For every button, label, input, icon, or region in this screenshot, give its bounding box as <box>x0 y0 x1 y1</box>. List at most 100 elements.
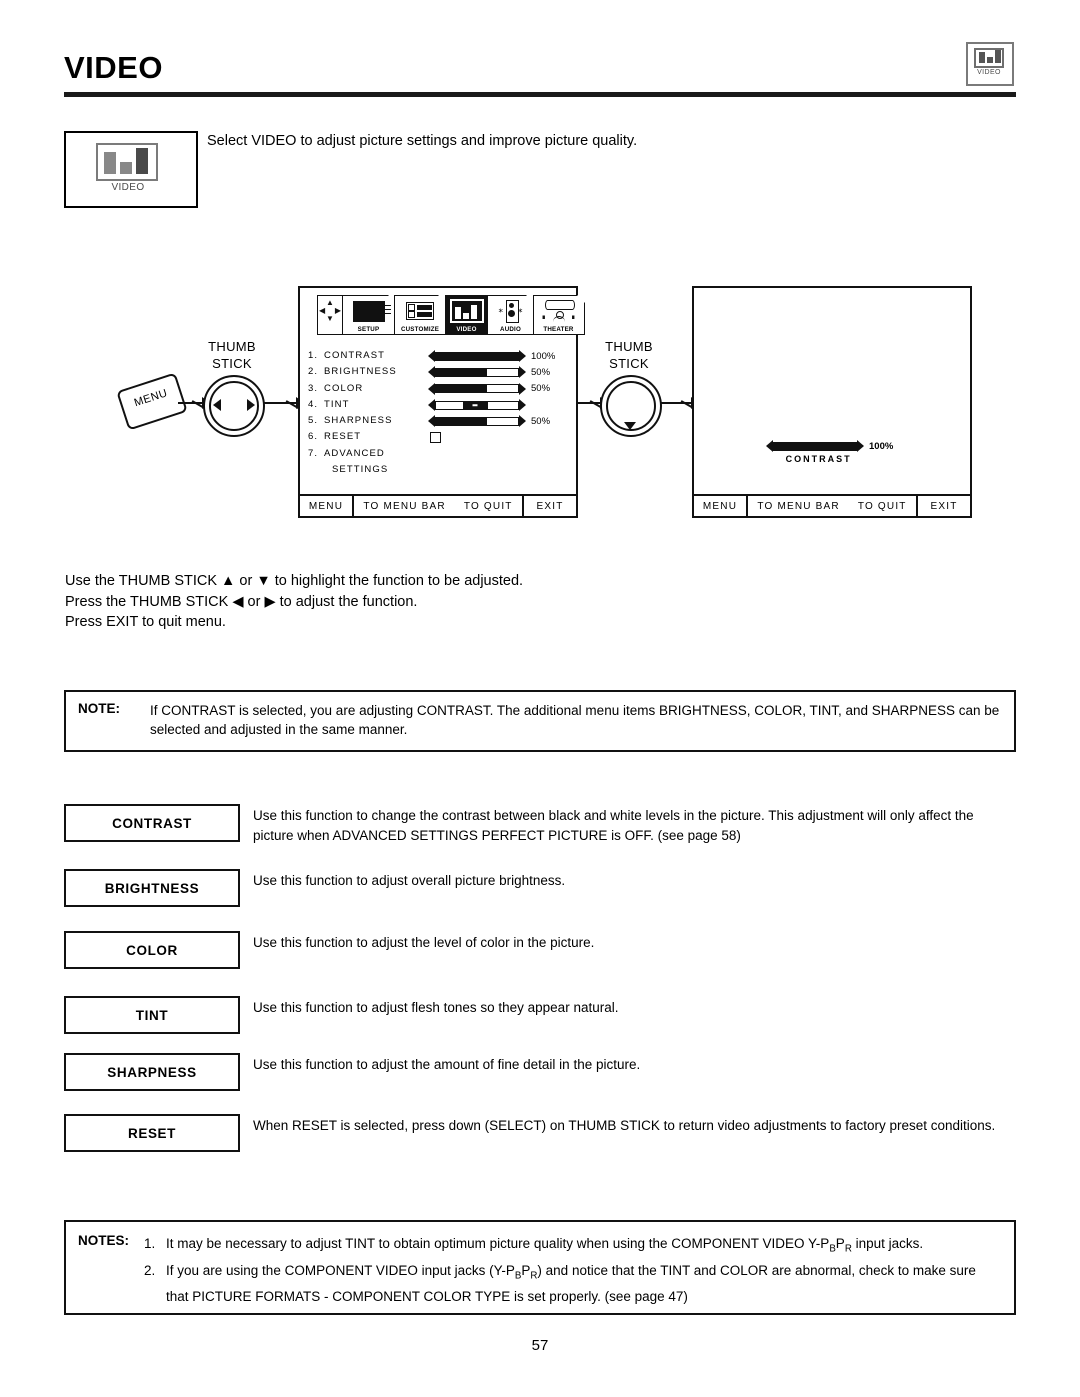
usage-l2b: or <box>243 593 265 610</box>
osd-bottom-to-quit: TO QUIT <box>857 500 907 512</box>
up-arrow-icon: ▲ <box>221 573 236 589</box>
video-bars-icon <box>446 297 488 325</box>
decrease-arrow-icon[interactable] <box>428 399 435 412</box>
osd-tab-video[interactable]: VIDEO <box>444 295 489 335</box>
osd-menu-label: RESET <box>324 431 362 443</box>
osd-menu-item[interactable]: 5. SHARPNESS <box>308 413 397 429</box>
osd-tab-theater[interactable]: ∎ ∎ THEATER <box>532 295 585 335</box>
decrease-arrow-icon[interactable] <box>428 415 435 428</box>
header-badge-label: VIDEO <box>977 69 1001 76</box>
slider-track[interactable] <box>773 441 857 451</box>
osd-contrast-slider-row[interactable]: 100% <box>766 440 893 452</box>
osd-bottom-menu[interactable]: MENU <box>300 496 352 516</box>
decrease-arrow-icon[interactable] <box>428 350 435 363</box>
thumbstick-dial-right[interactable] <box>600 375 662 437</box>
notes-body-1: It may be necessary to adjust TINT to ob… <box>166 1233 1002 1260</box>
osd-tab-nav[interactable]: ▲ ▼ ◀ ▶ NAV <box>317 295 343 335</box>
osd-tab-customize[interactable]: CUSTOMIZE <box>394 295 446 335</box>
osd-menu-item[interactable]: 2. BRIGHTNESS <box>308 364 397 380</box>
thumbstick-right-arrow-icon <box>247 399 255 411</box>
osd-bottom-exit[interactable]: EXIT <box>918 496 970 516</box>
usage-l2a: Press the THUMB STICK <box>65 593 233 610</box>
note-box: NOTE: If CONTRAST is selected, you are a… <box>64 690 1016 752</box>
osd-menu-item[interactable]: 3. COLOR <box>308 381 397 397</box>
osd-menu-num: 2. <box>308 366 319 378</box>
thumbstick-down-arrow-icon <box>624 422 636 430</box>
osd-tab-bar: ▲ ▼ ◀ ▶ NAV SETUP <box>317 295 585 335</box>
decrease-arrow-icon[interactable] <box>428 382 435 395</box>
osd-contrast-adjuster[interactable]: 100% CONTRAST <box>766 440 893 464</box>
osd-tab-audio[interactable]: ⁎ ⁎ AUDIO <box>487 295 534 335</box>
decrease-arrow-icon[interactable] <box>766 440 773 452</box>
slider-value: 50% <box>531 383 551 395</box>
osd-contrast-value: 100% <box>869 440 894 452</box>
osd-menu-item[interactable]: 4. TINT <box>308 397 397 413</box>
usage-l1b: or <box>235 573 257 589</box>
function-key-brightness: BRIGHTNESS <box>64 869 240 907</box>
osd-menu-item[interactable]: 6. RESET <box>308 429 397 445</box>
manual-page: VIDEO VIDEO VIDEO Select VIDEO to adjust… <box>0 0 1080 1397</box>
note-text: If CONTRAST is selected, you are adjusti… <box>150 703 1000 737</box>
function-key-sharpness: SHARPNESS <box>64 1053 240 1091</box>
menu-button-label: MENU <box>132 387 170 410</box>
usage-l2c: to adjust the function. <box>275 593 418 610</box>
osd-slider-tint[interactable] <box>428 397 555 413</box>
osd-menu-num: 6. <box>308 431 319 443</box>
osd-menu-item[interactable]: 1. CONTRAST <box>308 348 397 364</box>
function-key-reset: RESET <box>64 1114 240 1152</box>
reset-checkbox[interactable] <box>430 432 441 444</box>
increase-arrow-icon[interactable] <box>519 366 526 379</box>
notes-box: NOTES: 1. It may be necessary to adjust … <box>64 1220 1016 1315</box>
thumbstick-label-left: THUMB STICK <box>195 338 269 372</box>
notes-list: 1. It may be necessary to adjust TINT to… <box>144 1233 1002 1307</box>
osd-slider-color[interactable]: 50% <box>428 381 555 397</box>
osd-bottom-bar-right: MENU TO MENU BAR TO QUIT EXIT <box>694 494 970 516</box>
increase-arrow-icon[interactable] <box>519 382 526 395</box>
page-number: 57 <box>531 1337 549 1354</box>
notes-item-2: 2. If you are using the COMPONENT VIDEO … <box>144 1260 1002 1308</box>
function-desc-contrast: Use this function to change the contrast… <box>253 808 974 843</box>
increase-arrow-icon[interactable] <box>857 440 864 452</box>
notes-2-a: If you are using the COMPONENT VIDEO inp… <box>166 1262 515 1278</box>
slider-value: 100% <box>531 350 556 362</box>
osd-bottom-middle: TO MENU BAR TO QUIT <box>748 496 916 516</box>
osd-reset-checkbox-row[interactable] <box>428 429 555 445</box>
osd-slider-brightness[interactable]: 50% <box>428 364 555 380</box>
notes-item-1: 1. It may be necessary to adjust TINT to… <box>144 1233 1002 1260</box>
osd-slider-contrast[interactable]: 100% <box>428 348 555 364</box>
osd-menu-num: 7. <box>308 447 319 459</box>
slider-track <box>435 351 519 361</box>
down-arrow-icon: ▼ <box>256 573 271 589</box>
osd-slider-sharpness[interactable]: 50% <box>428 413 555 429</box>
thumbstick-dial-left[interactable] <box>203 375 265 437</box>
notes-num-2: 2. <box>144 1262 156 1278</box>
increase-arrow-icon[interactable] <box>519 399 526 412</box>
osd-contrast-label: CONTRAST <box>785 454 852 464</box>
thumbstick-label-line1: THUMB <box>208 339 256 354</box>
increase-arrow-icon[interactable] <box>519 350 526 363</box>
usage-line-3: Press EXIT to quit menu. <box>65 614 226 630</box>
osd-menu-item[interactable]: 7. ADVANCED <box>308 446 397 462</box>
notes-1-sub2: R <box>844 1243 852 1255</box>
thumbstick-label-right: THUMB STICK <box>592 338 666 372</box>
slider-track <box>435 416 519 426</box>
osd-tab-setup[interactable]: SETUP <box>341 295 396 335</box>
osd-menu-num: 5. <box>308 415 319 427</box>
osd-tab-setup-label: SETUP <box>357 326 380 333</box>
function-desc-brightness: Use this function to adjust overall pict… <box>253 873 566 888</box>
increase-arrow-icon[interactable] <box>519 415 526 428</box>
osd-menu-label: COLOR <box>324 382 364 394</box>
function-desc-tint: Use this function to adjust flesh tones … <box>253 1000 619 1015</box>
decrease-arrow-icon[interactable] <box>428 366 435 379</box>
function-desc-color: Use this function to adjust the level of… <box>253 935 595 950</box>
notes-num-1: 1. <box>144 1236 156 1251</box>
osd-screen-menu: ▲ ▼ ◀ ▶ NAV SETUP <box>298 286 585 518</box>
intro-description: Select VIDEO to adjust picture settings … <box>207 133 638 149</box>
options-list-icon <box>395 297 445 325</box>
osd-bottom-bar: MENU TO MENU BAR TO QUIT EXIT <box>300 494 576 516</box>
osd-bottom-menu[interactable]: MENU <box>694 496 746 516</box>
osd-bottom-exit[interactable]: EXIT <box>524 496 576 516</box>
function-key-color: COLOR <box>64 931 240 969</box>
notes-1-a: It may be necessary to adjust TINT to ob… <box>166 1236 830 1251</box>
theater-seat-icon: ∎ ∎ <box>534 297 584 325</box>
